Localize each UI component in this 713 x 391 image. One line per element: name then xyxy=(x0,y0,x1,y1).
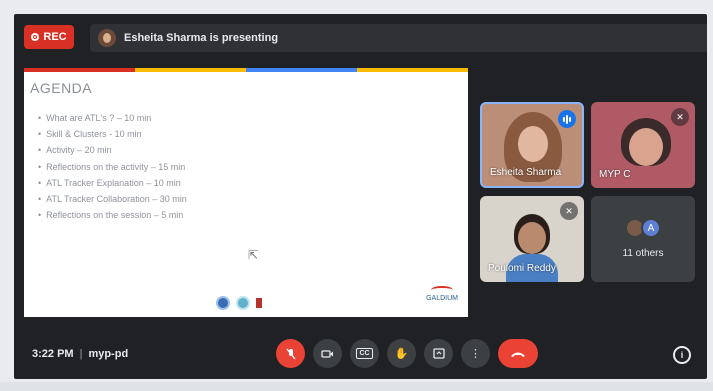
record-icon xyxy=(31,33,40,41)
mic-off-icon: ✕ xyxy=(671,108,689,126)
current-time: 3:22 PM xyxy=(32,348,74,360)
hang-up-icon xyxy=(511,352,525,357)
camera-icon xyxy=(321,349,333,358)
shared-slide: AGENDA What are ATL's ? – 10 min Skill &… xyxy=(24,68,468,317)
stripe-segment xyxy=(246,68,357,72)
mic-off-icon xyxy=(285,348,296,359)
avatar: A xyxy=(641,218,661,238)
agenda-item: Reflections on the session – 5 min xyxy=(38,207,187,223)
participant-tile-esheita[interactable]: Esheita Sharma xyxy=(480,102,584,188)
participant-name: Esheita Sharma xyxy=(490,167,562,178)
separator: | xyxy=(79,348,83,360)
leave-call-button[interactable] xyxy=(498,339,538,368)
participant-name: Poulomi Reddy xyxy=(488,263,556,274)
galdium-logo-text: GALDIUM xyxy=(426,295,458,302)
camera-toggle-button[interactable] xyxy=(313,339,342,368)
presenting-text: Esheita Sharma is presenting xyxy=(124,32,279,44)
mic-toggle-button[interactable] xyxy=(276,339,305,368)
agenda-list: What are ATL's ? – 10 min Skill & Cluste… xyxy=(38,110,187,223)
top-bar: REC Esheita Sharma is presenting xyxy=(14,14,707,56)
recording-indicator: REC xyxy=(24,25,74,49)
agenda-item: Activity – 20 min xyxy=(38,142,187,158)
bottom-bar: 3:22 PM | myp-pd CC ✋ ⋮ i xyxy=(14,332,707,379)
meeting-code: myp-pd xyxy=(88,348,129,360)
participant-face xyxy=(518,222,546,254)
school-logo-icon xyxy=(236,296,250,310)
stripe-segment xyxy=(357,68,468,72)
participant-tile-poulomi[interactable]: ✕ Poulomi Reddy xyxy=(480,196,584,282)
meet-window: REC Esheita Sharma is presenting AGENDA … xyxy=(14,14,707,379)
slide-title: AGENDA xyxy=(30,80,93,96)
mouse-cursor-icon: ⇱ xyxy=(248,248,259,262)
present-now-button[interactable] xyxy=(424,339,453,368)
stripe-segment xyxy=(24,68,135,72)
call-controls: CC ✋ ⋮ xyxy=(276,339,538,368)
galdium-arc-icon xyxy=(431,286,454,294)
more-vert-icon: ⋮ xyxy=(470,348,481,360)
presenting-banner: Esheita Sharma is presenting xyxy=(90,24,707,52)
raise-hand-button[interactable]: ✋ xyxy=(387,339,416,368)
cambridge-shield-icon xyxy=(256,298,262,308)
agenda-item: Reflections on the activity – 15 min xyxy=(38,159,187,175)
presenter-avatar xyxy=(98,29,116,47)
participant-tile-myp-c[interactable]: ✕ MYP C xyxy=(591,102,695,188)
participant-face xyxy=(629,128,663,166)
meeting-info: 3:22 PM | myp-pd xyxy=(32,348,128,360)
participant-name: MYP C xyxy=(599,169,631,180)
slide-color-stripe xyxy=(24,68,468,72)
agenda-item: ATL Tracker Explanation – 10 min xyxy=(38,175,187,191)
others-avatars: A xyxy=(625,218,661,238)
speaking-indicator-icon xyxy=(558,110,576,128)
agenda-item: Skill & Clusters - 10 min xyxy=(38,126,187,142)
participant-face xyxy=(518,126,548,162)
agenda-item: What are ATL's ? – 10 min xyxy=(38,110,187,126)
slide-logos xyxy=(216,296,262,310)
info-icon: i xyxy=(680,350,684,360)
stripe-segment xyxy=(135,68,246,72)
ib-logo-icon xyxy=(216,296,230,310)
others-tile[interactable]: A 11 others xyxy=(591,196,695,282)
hand-icon: ✋ xyxy=(394,348,409,360)
others-count: 11 others xyxy=(622,248,664,259)
captions-button[interactable]: CC xyxy=(350,339,379,368)
present-icon xyxy=(432,348,445,359)
mic-off-icon: ✕ xyxy=(560,202,578,220)
captions-icon: CC xyxy=(356,348,373,359)
os-taskbar xyxy=(0,382,713,391)
recording-label: REC xyxy=(43,31,67,43)
meeting-details-button[interactable]: i xyxy=(673,346,691,364)
galdium-logo: GALDIUM xyxy=(426,286,458,302)
cambridge-logo xyxy=(256,298,262,308)
more-options-button[interactable]: ⋮ xyxy=(461,339,490,368)
agenda-item: ATL Tracker Collaboration – 30 min xyxy=(38,191,187,207)
